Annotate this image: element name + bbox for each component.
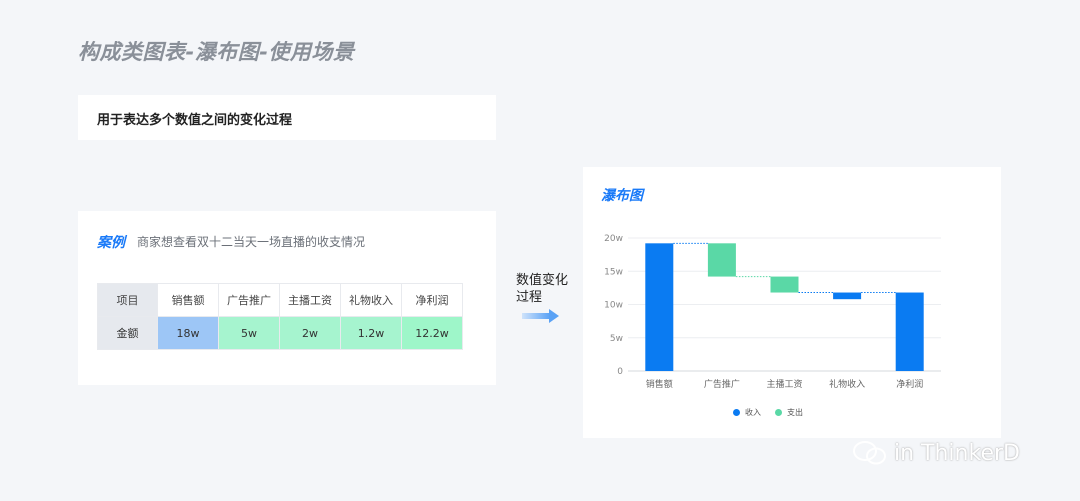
legend-label-income: 收入 (745, 408, 761, 417)
table-cell: 销售额 (157, 283, 219, 317)
page-title: 构成类图表-瀑布图-使用场景 (78, 40, 355, 64)
table-cell: 净利润 (401, 283, 463, 317)
bar-expense (770, 276, 799, 293)
wechat-icon (853, 441, 886, 465)
table-cell: 12.2w (401, 316, 463, 350)
table-row-values: 金额 18w 5w 2w 1.2w 12.2w (97, 316, 463, 350)
y-tick-label: 20w (604, 234, 623, 244)
bar-income (645, 243, 674, 371)
table-cell: 礼物收入 (340, 283, 402, 317)
x-tick-label: 礼物收入 (829, 378, 865, 390)
bar-income (833, 292, 862, 300)
legend-dot-expense (775, 409, 782, 416)
data-table: 项目 销售额 广告推广 主播工资 礼物收入 净利润 金额 18w 5w 2w 1… (97, 283, 463, 350)
watermark-text: in ThinkerD (894, 440, 1020, 466)
legend-item-income: 收入 (733, 407, 761, 418)
y-tick-label: 10w (604, 301, 623, 311)
legend-item-expense: 支出 (775, 407, 803, 418)
x-tick-label: 净利润 (896, 378, 923, 390)
y-tick-label: 15w (604, 267, 623, 277)
description-card: 用于表达多个数值之间的变化过程 (78, 95, 496, 140)
table-cell: 项目 (97, 283, 158, 317)
table-cell: 金额 (97, 316, 158, 350)
y-tick-label: 5w (610, 334, 623, 344)
y-tick-label: 0 (617, 367, 623, 377)
table-cell: 2w (279, 316, 341, 350)
x-tick-label: 销售额 (646, 378, 673, 390)
case-card: 案例 商家想查看双十二当天一场直播的收支情况 项目 销售额 广告推广 主播工资 … (78, 211, 496, 385)
table-row-header: 项目 销售额 广告推广 主播工资 礼物收入 净利润 (97, 283, 463, 317)
watermark: in ThinkerD (852, 440, 1020, 466)
bar-expense (707, 243, 736, 277)
description-text: 用于表达多个数值之间的变化过程 (97, 113, 293, 128)
chart-legend: 收入 支出 (733, 407, 803, 418)
table-cell: 5w (218, 316, 280, 350)
x-tick-label: 广告推广 (704, 378, 740, 390)
chart-card: 瀑布图 0 5w 10w 15w 20w 销售额 广告推广 主播工资 礼物收入 净利润 收入 支出 (583, 167, 1001, 438)
legend-label-expense: 支出 (787, 408, 803, 417)
arrow-right-icon (522, 309, 559, 323)
bar-income (895, 292, 924, 371)
table-cell: 1.2w (340, 316, 402, 350)
arrow-label: 数值变化过程 (516, 273, 569, 305)
table-cell: 广告推广 (218, 283, 280, 317)
x-tick-label: 主播工资 (766, 378, 802, 390)
legend-dot-income (733, 409, 740, 416)
case-subtitle: 商家想查看双十二当天一场直播的收支情况 (137, 235, 366, 249)
waterfall-chart: 0 5w 10w 15w 20w 销售额 广告推广 主播工资 礼物收入 净利润 (604, 234, 941, 390)
case-title: 案例 (97, 235, 125, 251)
table-cell: 主播工资 (279, 283, 341, 317)
table-cell: 18w (157, 316, 219, 350)
